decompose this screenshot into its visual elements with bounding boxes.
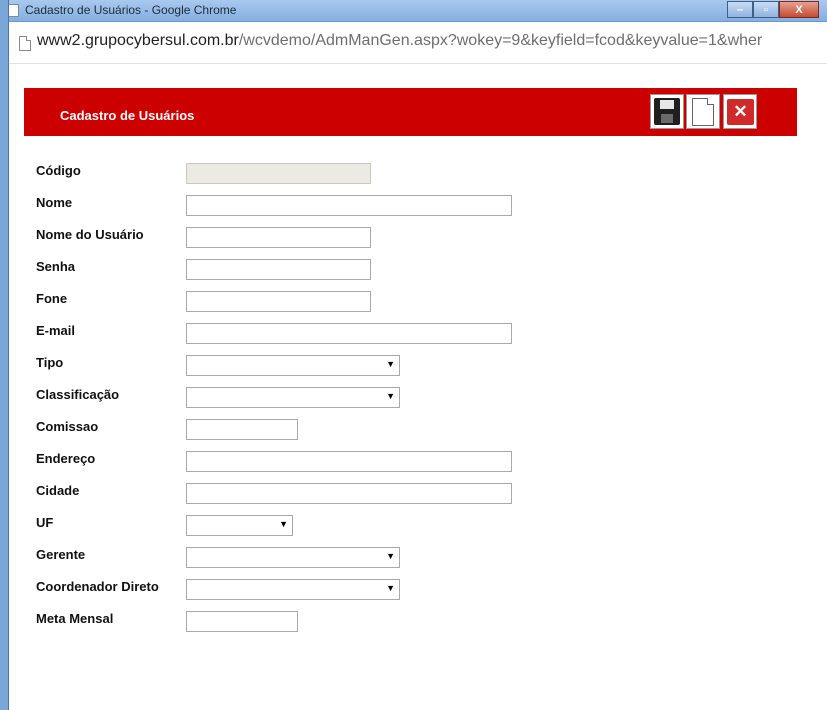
label-uf: UF [36,515,54,530]
close-form-button[interactable]: ✕ [723,94,757,129]
address-bar[interactable]: www2.grupocybersul.com.br/wcvdemo/AdmMan… [9,22,827,64]
label-nome: Nome [36,195,73,210]
coordenador-select[interactable]: ▼ [186,579,400,600]
tipo-select[interactable]: ▼ [186,355,400,376]
label-meta-mensal: Meta Mensal [36,611,114,626]
label-cidade: Cidade [36,483,80,498]
comissao-field[interactable] [186,419,298,440]
label-comissao: Comissao [36,419,99,434]
maximize-button[interactable]: ▫ [753,1,779,18]
window-title: Cadastro de Usuários - Google Chrome [25,3,237,17]
nome-field[interactable] [186,195,512,216]
floppy-disk-icon [654,98,680,125]
window-left-border [0,0,9,710]
fone-field[interactable] [186,291,371,312]
page-title: Cadastro de Usuários [60,108,195,123]
label-nome-usuario: Nome do Usuário [36,227,144,242]
uf-select[interactable]: ▼ [186,515,293,536]
new-record-button[interactable] [686,94,720,129]
window-titlebar: Cadastro de Usuários - Google Chrome – ▫… [0,0,827,22]
codigo-field [186,163,371,184]
close-icon: ✕ [727,99,754,125]
meta-mensal-field[interactable] [186,611,298,632]
label-fone: Fone [36,291,68,306]
save-button[interactable] [650,94,684,129]
label-senha: Senha [36,259,76,274]
label-email: E-mail [36,323,76,338]
url-path: /wcvdemo/AdmManGen.aspx?wokey=9&keyfield… [238,32,763,49]
label-endereco: Endereço [36,451,96,466]
form-header: Cadastro de Usuários ✕ [24,88,797,136]
minimize-button[interactable]: – [727,1,753,18]
dropdown-arrow-icon: ▼ [386,551,395,561]
label-gerente: Gerente [36,547,86,562]
document-icon [19,36,31,51]
classificacao-select[interactable]: ▼ [186,387,400,408]
dropdown-arrow-icon: ▼ [386,583,395,593]
label-classificacao: Classificação [36,387,120,402]
close-window-button[interactable]: X [779,1,819,18]
dropdown-arrow-icon: ▼ [386,391,395,401]
label-codigo: Código [36,163,81,178]
dropdown-arrow-icon: ▼ [279,519,288,529]
new-document-icon [692,98,714,126]
page-icon [8,4,19,17]
dropdown-arrow-icon: ▼ [386,359,395,369]
url-text[interactable]: www2.grupocybersul.com.br/wcvdemo/AdmMan… [37,32,762,50]
cidade-field[interactable] [186,483,512,504]
email-field[interactable] [186,323,512,344]
endereco-field[interactable] [186,451,512,472]
nome-usuario-field[interactable] [186,227,371,248]
url-host: www2.grupocybersul.com.br [37,32,239,49]
gerente-select[interactable]: ▼ [186,547,400,568]
label-coordenador: Coordenador Direto [36,579,159,594]
window-controls: – ▫ X [727,1,819,18]
label-tipo: Tipo [36,355,64,370]
senha-field[interactable] [186,259,371,280]
